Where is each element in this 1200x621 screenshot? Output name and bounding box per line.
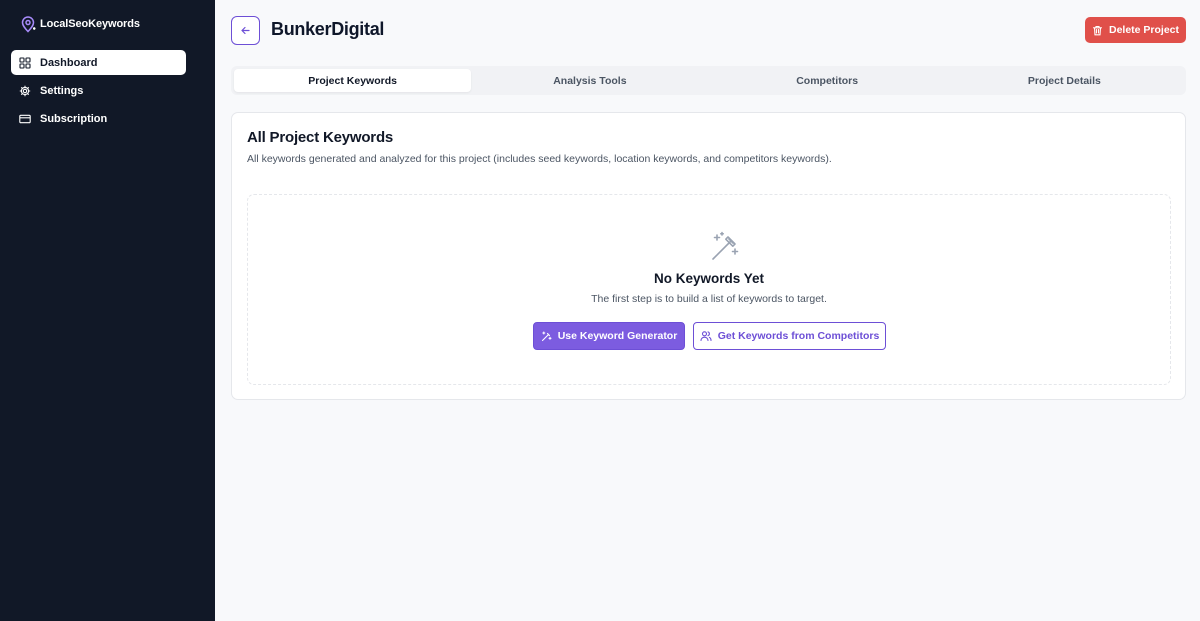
keywords-card: All Project Keywords All keywords genera… bbox=[231, 112, 1186, 400]
tab-project-details[interactable]: Project Details bbox=[946, 69, 1183, 92]
map-pin-icon bbox=[21, 16, 36, 33]
sidebar-nav: Dashboard Settings Subscription bbox=[11, 50, 186, 134]
empty-state-title: No Keywords Yet bbox=[653, 271, 765, 286]
trash-icon bbox=[1092, 25, 1103, 35]
dashboard-grid-icon bbox=[19, 56, 31, 69]
get-keywords-from-competitors-label: Get Keywords from Competitors bbox=[717, 330, 880, 342]
users-icon bbox=[700, 331, 712, 342]
tab-analysis-tools[interactable]: Analysis Tools bbox=[471, 69, 708, 92]
delete-project-button[interactable]: Delete Project bbox=[1085, 17, 1186, 43]
use-keyword-generator-button[interactable]: Use Keyword Generator bbox=[533, 322, 685, 350]
project-tabs: Project Keywords Analysis Tools Competit… bbox=[231, 66, 1186, 95]
get-keywords-from-competitors-button[interactable]: Get Keywords from Competitors bbox=[693, 322, 886, 350]
gear-icon bbox=[19, 85, 31, 96]
empty-state-subtitle: The first step is to build a list of key… bbox=[591, 293, 827, 305]
sidebar: LocalSeoKeywords Dashboard Settings Subs… bbox=[0, 0, 215, 621]
sidebar-item-subscription[interactable]: Subscription bbox=[11, 106, 186, 131]
card-title: All Project Keywords bbox=[247, 129, 394, 146]
back-button[interactable] bbox=[231, 16, 260, 45]
magic-wand-icon bbox=[541, 330, 552, 341]
arrow-left-icon bbox=[241, 26, 250, 35]
delete-project-label: Delete Project bbox=[1108, 24, 1180, 36]
sidebar-item-dashboard[interactable]: Dashboard bbox=[11, 50, 186, 75]
magic-wand-icon bbox=[712, 231, 739, 260]
tab-competitors[interactable]: Competitors bbox=[709, 69, 946, 92]
page-title: BunkerDigital bbox=[271, 19, 385, 39]
card-description: All keywords generated and analyzed for … bbox=[247, 153, 832, 165]
sidebar-item-label: Subscription bbox=[40, 112, 108, 125]
empty-state: No Keywords Yet The first step is to bui… bbox=[247, 194, 1171, 385]
tab-project-keywords[interactable]: Project Keywords bbox=[234, 69, 472, 92]
use-keyword-generator-label: Use Keyword Generator bbox=[557, 330, 678, 342]
brand-name: LocalSeoKeywords bbox=[40, 18, 140, 30]
sidebar-item-label: Dashboard bbox=[40, 56, 98, 69]
credit-card-icon bbox=[19, 114, 31, 123]
sidebar-item-label: Settings bbox=[40, 84, 84, 97]
brand[interactable]: LocalSeoKeywords bbox=[20, 15, 140, 33]
sidebar-item-settings[interactable]: Settings bbox=[11, 78, 186, 103]
